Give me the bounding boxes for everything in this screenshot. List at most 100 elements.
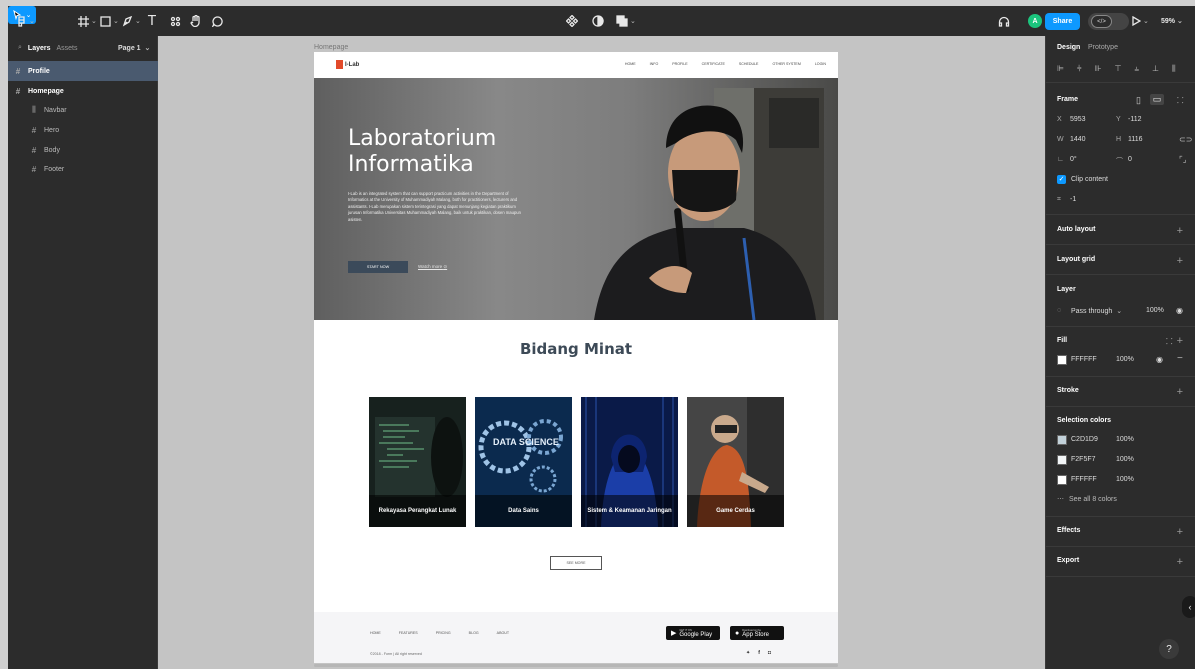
site-nav-home[interactable]: HOME (625, 62, 636, 66)
resources-button[interactable] (170, 13, 181, 29)
add-fill-icon[interactable]: + (1177, 336, 1183, 347)
color-opacity[interactable]: 100% (1116, 456, 1134, 463)
shape-tool-button[interactable]: ⌄ (100, 13, 119, 29)
layer-item-body[interactable]: # Body (8, 140, 158, 160)
collapse-panel-icon[interactable]: ‹ (1182, 596, 1195, 618)
layer-item-homepage[interactable]: # Homepage (8, 81, 158, 101)
help-button[interactable]: ? (1159, 639, 1179, 659)
frame-label[interactable]: Homepage (314, 44, 348, 51)
add-effect-icon[interactable]: + (1177, 527, 1183, 538)
layer-item-footer[interactable]: # Footer (8, 159, 158, 179)
spacing-input[interactable]: -1 (1070, 196, 1076, 203)
color-swatch-f2f5f7[interactable] (1057, 455, 1067, 465)
align-top-icon[interactable]: ⊤ (1115, 64, 1122, 74)
watch-more-link[interactable]: Watch more ⊙ (418, 264, 447, 270)
constrain-proportions-icon[interactable]: ⊂⊃ (1179, 135, 1192, 144)
align-bottom-icon[interactable]: ⊥ (1152, 64, 1159, 74)
see-all-colors-link[interactable]: See all 8 colors (1069, 496, 1117, 503)
portrait-icon[interactable]: ▯ (1136, 95, 1141, 106)
fill-hex-input[interactable]: FFFFFF (1071, 356, 1097, 363)
footer-link-pricing[interactable]: PRICING (436, 631, 451, 635)
zoom-dropdown[interactable]: 59% ⌄ (1161, 13, 1183, 29)
site-nav-profile[interactable]: PROFILE (672, 62, 687, 66)
clip-content-checkbox[interactable]: ✓ (1057, 175, 1066, 184)
main-menu-button[interactable]: ⌄ (16, 13, 35, 29)
frame-section-title[interactable]: Frame (1057, 96, 1078, 103)
horizontal-scrollbar[interactable] (314, 664, 838, 667)
independent-corners-icon[interactable]: ⌜⌟ (1179, 155, 1187, 164)
pen-tool-button[interactable]: ⌄ (122, 13, 141, 29)
text-tool-button[interactable]: T (148, 13, 156, 29)
homepage-frame[interactable]: I-Lab HOME INFO PROFILE CERTIFICATE SCHE… (314, 52, 838, 663)
facebook-icon[interactable]: f (758, 650, 760, 656)
present-button[interactable]: ⌄ (1132, 13, 1149, 29)
tab-assets[interactable]: Assets (57, 45, 78, 52)
tab-design[interactable]: Design (1057, 44, 1080, 51)
mask-button[interactable] (592, 13, 604, 29)
dev-mode-toggle[interactable]: </> (1088, 13, 1129, 30)
add-export-icon[interactable]: + (1177, 557, 1183, 568)
card-game-cerdas[interactable]: Game Cerdas (687, 397, 784, 527)
share-button[interactable]: Share (1045, 13, 1080, 30)
app-store-badge[interactable]: ● Download on the App Store (730, 626, 784, 640)
boolean-button[interactable]: ⌄ (616, 13, 636, 29)
layer-item-navbar[interactable]: ⫼ Navbar (8, 100, 158, 120)
color-hex[interactable]: C2D1D9 (1071, 436, 1098, 443)
card-sistem-keamanan-jaringan[interactable]: Sistem & Keamanan Jaringan (581, 397, 678, 527)
components-button[interactable] (566, 13, 578, 29)
comment-tool-button[interactable] (212, 13, 223, 29)
layer-opacity-input[interactable]: 100% (1146, 307, 1164, 314)
align-center-icon[interactable]: ⫩ (1077, 64, 1082, 74)
avatar[interactable]: A (1028, 14, 1042, 28)
instagram-icon[interactable]: ◘ (768, 650, 771, 656)
canvas[interactable]: Homepage I-Lab HOME INFO PROFILE CERTIFI… (158, 36, 1045, 669)
width-input[interactable]: 1440 (1070, 136, 1086, 143)
corner-radius-input[interactable]: 0 (1128, 156, 1132, 163)
add-auto-layout-icon[interactable]: + (1177, 226, 1183, 237)
card-rekayasa-perangkat-lunak[interactable]: Rekayasa Perangkat Lunak (369, 397, 466, 527)
twitter-icon[interactable]: ✦ (746, 650, 750, 656)
add-stroke-icon[interactable]: + (1177, 387, 1183, 398)
footer-link-features[interactable]: FEATURES (399, 631, 418, 635)
card-data-sains[interactable]: DATA SCIENCE Data Sains (475, 397, 572, 527)
distribute-icon[interactable]: ⫼ (1172, 64, 1176, 74)
height-input[interactable]: 1116 (1128, 136, 1143, 143)
fill-styles-icon[interactable]: ⸬ (1166, 336, 1173, 347)
fill-visibility-eye-icon[interactable]: ◉ (1156, 355, 1163, 364)
site-nav-login[interactable]: LOGIN (815, 62, 826, 66)
align-middle-icon[interactable]: ⫨ (1135, 64, 1140, 74)
page-selector[interactable]: Page 1 ⌄ (118, 44, 150, 52)
color-swatch-ffffff[interactable] (1057, 475, 1067, 485)
add-layout-grid-icon[interactable]: + (1177, 256, 1183, 267)
frame-tool-button[interactable]: ⌄ (78, 13, 97, 29)
color-opacity[interactable]: 100% (1116, 436, 1134, 443)
align-left-icon[interactable]: ⊫ (1057, 64, 1064, 74)
site-nav-certificate[interactable]: CERTIFICATE (702, 62, 725, 66)
fill-swatch[interactable] (1057, 355, 1067, 365)
fill-opacity-input[interactable]: 100% (1116, 356, 1134, 363)
footer-link-about[interactable]: ABOUT (497, 631, 509, 635)
rotation-input[interactable]: 0° (1070, 156, 1077, 163)
remove-fill-icon[interactable]: − (1177, 353, 1183, 364)
search-icon[interactable]: ⌕ (18, 44, 22, 52)
align-right-icon[interactable]: ⊪ (1095, 64, 1102, 74)
blend-mode-dropdown[interactable]: Pass through ⌄ (1071, 307, 1122, 315)
color-hex[interactable]: F2F5F7 (1071, 456, 1096, 463)
landscape-icon[interactable]: ▭ (1150, 94, 1164, 105)
color-hex[interactable]: FFFFFF (1071, 476, 1097, 483)
audio-button[interactable] (998, 13, 1010, 29)
tab-prototype[interactable]: Prototype (1088, 44, 1118, 51)
footer-link-home[interactable]: HOME (370, 631, 381, 635)
start-now-button[interactable]: START NOW (348, 261, 408, 273)
resize-to-fit-icon[interactable]: ⸬ (1177, 95, 1184, 106)
site-nav-schedule[interactable]: SCHEDULE (739, 62, 759, 66)
layer-item-hero[interactable]: # Hero (8, 120, 158, 140)
see-more-button[interactable]: SEE MORE (550, 556, 602, 570)
visibility-eye-icon[interactable]: ◉ (1176, 306, 1183, 315)
footer-link-blog[interactable]: BLOG (469, 631, 479, 635)
site-nav-info[interactable]: INFO (650, 62, 659, 66)
hand-tool-button[interactable] (190, 13, 201, 29)
layer-item-profile[interactable]: # Profile (8, 61, 158, 81)
y-input[interactable]: -112 (1128, 116, 1142, 123)
site-logo[interactable]: I-Lab (336, 60, 359, 69)
